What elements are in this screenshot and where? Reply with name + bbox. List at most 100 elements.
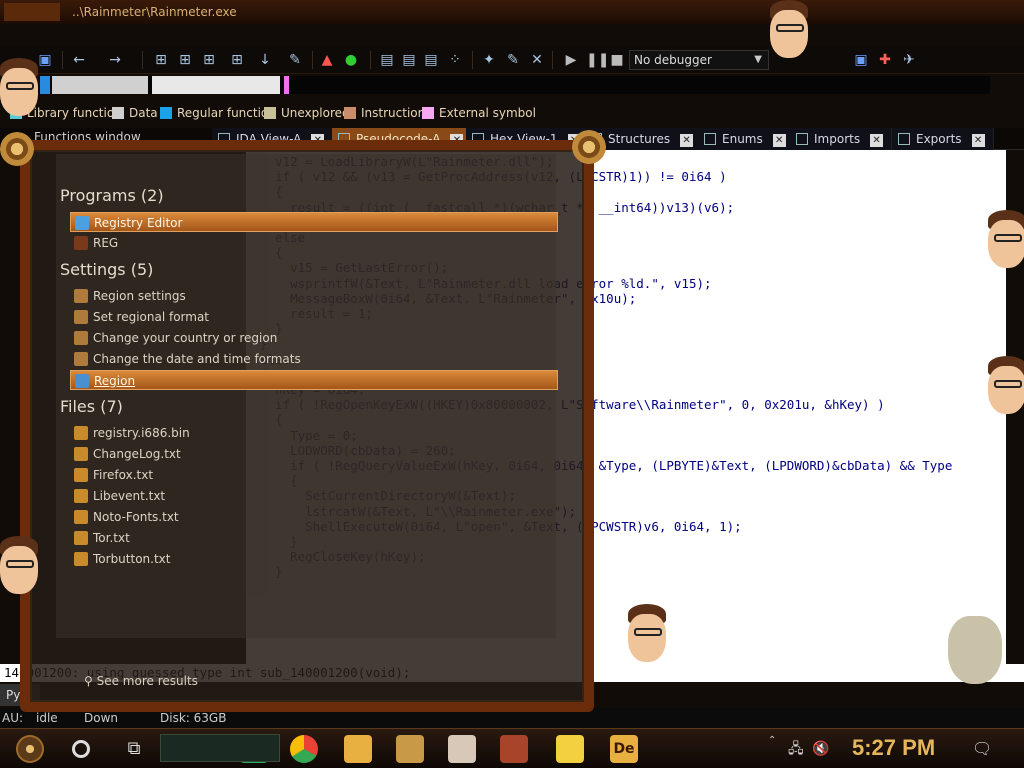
tool-icon[interactable]: ⊞ [176, 51, 194, 69]
legend-label: Instruction [361, 106, 426, 120]
start-menu-item[interactable]: Region [70, 370, 558, 390]
desktop: ..\Rainmeter\Rainmeter.exe ▣ ← → ⊞ ⊞ ⊞ ⊞… [0, 0, 1024, 768]
item-label: Region [94, 374, 136, 388]
chevron-up-icon[interactable]: ⌃ [768, 735, 780, 763]
tab-imports[interactable]: Imports ✕ [790, 128, 893, 150]
tab-label: Enums [722, 132, 763, 146]
item-icon [74, 489, 88, 503]
tool-icon[interactable]: ⊞ [228, 51, 246, 69]
start-menu-item[interactable]: Registry Editor [70, 212, 558, 232]
app-icon[interactable] [396, 735, 424, 763]
tool-icon[interactable]: ▤ [378, 51, 396, 69]
volume-muted-icon[interactable]: 🔇 [812, 735, 840, 763]
tool-icon[interactable]: ✦ [480, 51, 498, 69]
clock[interactable]: 5:27 PM [852, 735, 935, 761]
close-icon[interactable]: ✕ [772, 134, 786, 147]
debugger-select[interactable]: No debugger ▼ [629, 50, 769, 70]
ida-toolbar: ▣ ← → ⊞ ⊞ ⊞ ⊞ ↓ ✎ ▲ ● ▤ ▤ ▤ ⁘ ✦ ✎ ✕ ▶ ❚❚… [0, 46, 1024, 74]
task-view-icon[interactable]: ⧉ [120, 735, 148, 763]
profile-icon[interactable] [448, 735, 476, 763]
taskbar-search[interactable] [160, 734, 280, 762]
item-label: Libevent.txt [93, 489, 166, 503]
item-icon [75, 374, 89, 388]
back-arrow-icon[interactable]: ← [70, 51, 88, 69]
close-icon[interactable]: ✕ [528, 51, 546, 69]
start-menu-item[interactable]: Change your country or region [70, 328, 558, 348]
close-icon[interactable]: ✕ [971, 134, 985, 147]
stop-icon[interactable]: ■ [608, 51, 626, 69]
tab-enums[interactable]: Enums ✕ [698, 128, 795, 150]
legend-item: Instruction [344, 106, 425, 120]
tab-icon [898, 133, 910, 145]
tool-icon[interactable]: ✎ [286, 51, 304, 69]
item-icon [74, 468, 88, 482]
start-menu-group-title: Programs (2) [60, 186, 164, 205]
start-button[interactable] [16, 735, 44, 763]
start-menu-group-title: Files (7) [60, 397, 123, 416]
item-label: Noto-Fonts.txt [93, 510, 179, 524]
start-menu-item[interactable]: Firefox.txt [70, 465, 558, 485]
warning-icon[interactable]: ▲ [318, 51, 336, 69]
item-icon [74, 310, 88, 324]
tab-icon [796, 133, 808, 145]
tool-icon[interactable]: ▣ [852, 51, 870, 69]
tool-icon[interactable]: ⁘ [446, 51, 464, 69]
item-icon [74, 531, 88, 545]
item-label: ChangeLog.txt [93, 447, 181, 461]
item-label: Region settings [93, 289, 186, 303]
sticky-notes-icon[interactable] [556, 735, 584, 763]
green-dot-icon[interactable]: ● [342, 51, 360, 69]
item-label: Registry Editor [94, 216, 183, 230]
close-icon[interactable]: ✕ [870, 134, 884, 147]
item-label: Tor.txt [93, 531, 130, 545]
item-label: registry.i686.bin [93, 426, 190, 440]
media-icon[interactable] [500, 735, 528, 763]
legend-item: External symbol [422, 106, 536, 120]
start-menu-item[interactable]: Tor.txt [70, 528, 558, 548]
tab-exports[interactable]: Exports ✕ [892, 128, 994, 150]
tab-label: Structures [608, 132, 671, 146]
tool-icon[interactable]: ✎ [504, 51, 522, 69]
character-avatar [628, 604, 668, 664]
item-icon [75, 216, 89, 230]
chrome-icon[interactable] [290, 735, 318, 763]
start-menu-item[interactable]: ChangeLog.txt [70, 444, 558, 464]
tool-icon[interactable]: ▤ [422, 51, 440, 69]
notifications-icon[interactable]: 🗨 [972, 735, 1000, 763]
legend-item: Unexplored [264, 106, 350, 120]
tool-icon[interactable]: ⊞ [152, 51, 170, 69]
tool-icon[interactable]: ✈ [900, 51, 918, 69]
down-arrow-icon[interactable]: ↓ [256, 51, 274, 69]
forward-arrow-icon[interactable]: → [106, 51, 124, 69]
pause-icon[interactable]: ❚❚ [586, 51, 609, 69]
legend-label: Library function [27, 106, 122, 120]
start-menu-item[interactable]: Torbutton.txt [70, 549, 558, 569]
cortana-icon[interactable] [72, 740, 90, 758]
item-label: REG [93, 236, 119, 250]
start-menu-item[interactable]: REG [70, 233, 558, 253]
adobe-icon[interactable]: De [610, 735, 638, 763]
start-menu-item[interactable]: Set regional format [70, 307, 558, 327]
taskbar: ⧉ De ⌃ 🖧 🔇 5:27 PM 🗨 [0, 728, 1024, 768]
close-icon[interactable]: ✕ [680, 134, 694, 147]
navigation-band[interactable] [40, 76, 990, 94]
tab-label: Imports [814, 132, 861, 146]
start-menu-item[interactable]: registry.i686.bin [70, 423, 558, 443]
tab-label: Exports [916, 132, 962, 146]
item-icon [74, 552, 88, 566]
see-more-results[interactable]: ⚲ See more results [84, 674, 198, 688]
search-icon: ⚲ [84, 674, 97, 688]
file-explorer-icon[interactable] [344, 735, 372, 763]
see-more-label: See more results [96, 674, 198, 688]
tool-icon[interactable]: ▤ [400, 51, 418, 69]
play-icon[interactable]: ▶ [562, 51, 580, 69]
tool-icon[interactable]: ✚ [876, 51, 894, 69]
start-menu-item[interactable]: Region settings [70, 286, 558, 306]
start-menu-item[interactable]: Change the date and time formats [70, 349, 558, 369]
legend-label: Regular function [177, 106, 276, 120]
tool-icon[interactable]: ⊞ [200, 51, 218, 69]
start-menu-item[interactable]: Noto-Fonts.txt [70, 507, 558, 527]
start-menu-item[interactable]: Libevent.txt [70, 486, 558, 506]
legend-item: Data [112, 106, 158, 120]
tab-icon [704, 133, 716, 145]
